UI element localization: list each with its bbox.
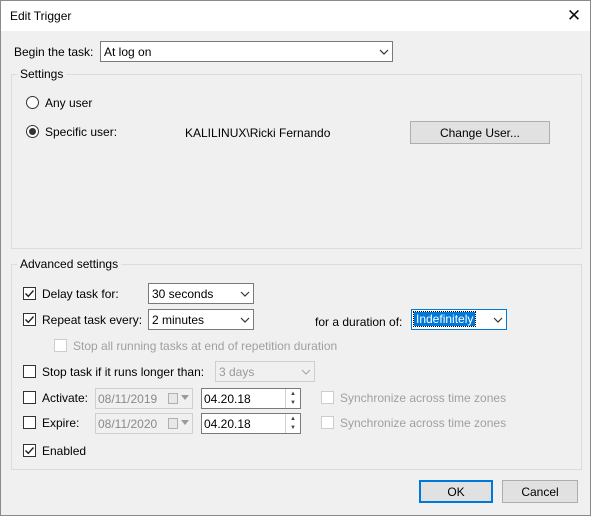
change-user-button[interactable]: Change User... [410, 121, 550, 144]
chevron-down-icon [379, 49, 389, 55]
expire-sync-checkbox[interactable] [321, 416, 334, 429]
stop-task-duration-select[interactable]: 3 days [215, 361, 315, 382]
activate-time-spinner[interactable]: ▲ ▼ [285, 389, 300, 408]
specific-user-label: Specific user: [45, 125, 118, 139]
delay-task-select[interactable]: 30 seconds [148, 283, 254, 304]
begin-task-value: At log on [104, 45, 152, 59]
enabled-checkbox[interactable] [23, 444, 36, 457]
checkmark-icon [25, 316, 35, 324]
stop-running-tasks-checkbox[interactable] [54, 339, 67, 352]
stop-running-tasks-label: Stop all running tasks at end of repetit… [73, 339, 338, 353]
chevron-down-icon [181, 420, 189, 425]
cancel-button[interactable]: Cancel [502, 480, 578, 503]
dialog-title: Edit Trigger [10, 9, 72, 23]
cancel-label: Cancel [521, 484, 559, 499]
title-bar: Edit Trigger ✕ [1, 1, 590, 31]
spin-down-icon[interactable]: ▼ [286, 398, 300, 407]
checkmark-icon [25, 447, 35, 455]
expire-checkbox[interactable] [23, 416, 36, 429]
delay-task-checkbox[interactable] [23, 287, 36, 300]
expire-sync-label: Synchronize across time zones [340, 416, 507, 430]
repeat-task-checkbox[interactable] [23, 313, 36, 326]
specific-user-radio[interactable] [26, 125, 39, 138]
any-user-label: Any user [45, 96, 93, 110]
checkmark-icon [25, 290, 35, 298]
stop-task-duration-value: 3 days [219, 365, 255, 379]
expire-date-value: 08/11/2020 [98, 417, 158, 431]
activate-time-input[interactable]: 04.20.18 ▲ ▼ [201, 388, 301, 409]
duration-value: Indefinitely [412, 311, 477, 327]
activate-date-value: 08/11/2019 [98, 392, 158, 406]
begin-task-label: Begin the task: [14, 45, 94, 59]
spin-down-icon[interactable]: ▼ [286, 423, 300, 432]
chevron-down-icon [240, 317, 250, 323]
repeat-task-select[interactable]: 2 minutes [148, 309, 254, 330]
user-name-value: KALILINUX\Ricki Fernando [185, 126, 331, 140]
activate-date-picker[interactable]: 08/11/2019 [95, 388, 193, 409]
chevron-down-icon [240, 291, 250, 297]
stop-task-longer-label: Stop task if it runs longer than: [42, 365, 205, 379]
repeat-task-label: Repeat task every: [42, 313, 143, 327]
expire-time-spinner[interactable]: ▲ ▼ [285, 414, 300, 433]
change-user-label: Change User... [439, 125, 521, 140]
edit-trigger-dialog: Edit Trigger ✕ Begin the task: At log on… [0, 0, 591, 516]
chevron-down-icon [181, 395, 189, 400]
delay-task-value: 30 seconds [152, 287, 214, 301]
duration-label: for a duration of: [315, 315, 403, 329]
chevron-down-icon [493, 317, 503, 323]
begin-task-select[interactable]: At log on [100, 41, 393, 62]
settings-group [11, 74, 582, 249]
advanced-settings-title: Advanced settings [17, 257, 122, 271]
close-button[interactable]: ✕ [558, 1, 590, 31]
stop-task-longer-checkbox[interactable] [23, 365, 36, 378]
calendar-icon [168, 393, 178, 404]
ok-label: OK [447, 484, 465, 499]
activate-checkbox[interactable] [23, 391, 36, 404]
delay-task-label: Delay task for: [42, 287, 119, 301]
activate-sync-checkbox[interactable] [321, 391, 334, 404]
radio-selected-dot [29, 128, 36, 135]
activate-sync-label: Synchronize across time zones [340, 391, 507, 405]
activate-label: Activate: [42, 391, 89, 405]
repeat-task-value: 2 minutes [152, 313, 205, 327]
spin-up-icon[interactable]: ▲ [286, 389, 300, 398]
spin-up-icon[interactable]: ▲ [286, 414, 300, 423]
chevron-down-icon [301, 369, 311, 375]
expire-date-picker[interactable]: 08/11/2020 [95, 413, 193, 434]
close-icon: ✕ [566, 6, 582, 25]
enabled-label: Enabled [42, 444, 87, 458]
calendar-icon [168, 418, 178, 429]
any-user-radio[interactable] [26, 96, 39, 109]
activate-time-value: 04.20.18 [204, 392, 251, 406]
expire-time-input[interactable]: 04.20.18 ▲ ▼ [201, 413, 301, 434]
expire-time-value: 04.20.18 [204, 417, 251, 431]
duration-select[interactable]: Indefinitely [411, 309, 507, 330]
ok-button[interactable]: OK [419, 480, 493, 503]
expire-label: Expire: [42, 416, 80, 430]
settings-group-title: Settings [17, 67, 67, 81]
